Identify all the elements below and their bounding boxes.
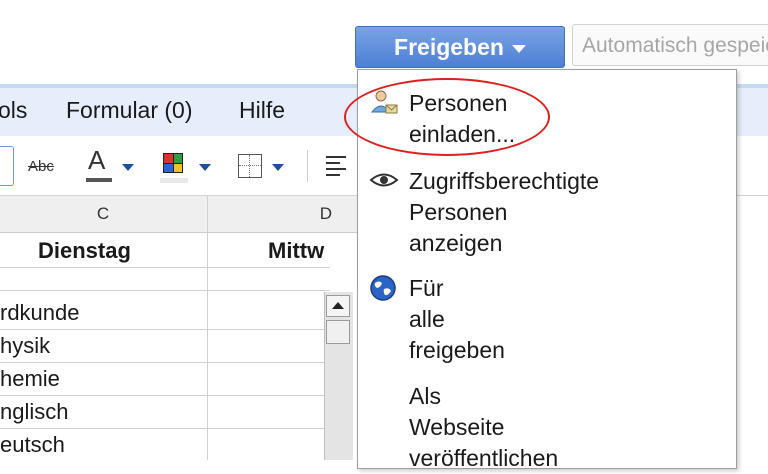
background-color-swatch (160, 178, 188, 183)
background-color-icon[interactable] (163, 153, 183, 173)
row-divider (0, 362, 330, 363)
share-button-label: Freigeben (394, 33, 504, 60)
highlight-annotation (344, 78, 550, 156)
menu-item-view-access[interactable]: Zugriffsberechtigte Personen anzeigen (409, 166, 599, 259)
menu-item-label: freigeben (409, 337, 505, 363)
column-header-d[interactable]: D (208, 196, 368, 232)
chevron-down-icon[interactable] (272, 164, 284, 171)
menu-tools[interactable]: ols (0, 97, 27, 124)
menu-item-label: Als (409, 383, 441, 409)
row-divider (0, 290, 330, 291)
font-color-swatch (86, 178, 112, 182)
chevron-down-icon[interactable] (199, 164, 211, 171)
table-row[interactable]: hemie (0, 366, 60, 392)
cell-mittwoch[interactable]: Mittw (268, 238, 324, 264)
row-divider (0, 329, 330, 330)
table-row[interactable]: rdkunde (0, 300, 80, 326)
menu-item-label: Für (409, 275, 444, 301)
menu-item-label: anzeigen (409, 230, 503, 256)
scroll-thumb[interactable] (326, 320, 350, 344)
borders-icon[interactable] (238, 154, 262, 178)
menu-item-label: veröffentlichen (409, 445, 559, 471)
chevron-down-icon[interactable] (122, 164, 134, 171)
vertical-scrollbar[interactable] (324, 292, 353, 460)
menu-item-label: Zugriffsberechtigte (409, 168, 600, 194)
scroll-up-button[interactable] (326, 295, 350, 317)
column-header-c[interactable]: C (0, 196, 206, 232)
align-left-icon[interactable] (326, 156, 346, 180)
column-divider (207, 196, 208, 460)
table-row[interactable]: hysik (0, 333, 50, 359)
menu-item-publish-web[interactable]: Als Webseite veröffentlichen (409, 381, 558, 474)
font-color-button[interactable]: A (88, 145, 105, 176)
menu-item-label: Webseite (409, 414, 505, 440)
menu-help[interactable]: Hilfe (239, 97, 285, 124)
eye-icon (369, 173, 399, 187)
autosave-status: Automatisch gespeichert (572, 24, 768, 66)
table-row[interactable]: nglisch (0, 399, 68, 425)
menu-item-label: alle (409, 306, 445, 332)
menu-formular[interactable]: Formular (0) (66, 97, 193, 124)
strikethrough-button[interactable]: Abc (28, 158, 54, 175)
row-divider (0, 267, 330, 268)
globe-icon (370, 275, 396, 301)
toolbar-separator (307, 150, 308, 182)
menu-item-label: Personen (409, 199, 508, 225)
menu-item-share-public[interactable]: Für alle freigeben (409, 273, 505, 366)
share-button[interactable]: Freigeben (355, 26, 565, 68)
chevron-down-icon (511, 44, 526, 53)
row-divider (0, 395, 330, 396)
row-divider (0, 428, 330, 429)
table-row[interactable]: eutsch (0, 432, 65, 458)
font-size-box[interactable] (0, 146, 14, 186)
cell-dienstag[interactable]: Dienstag (38, 238, 131, 264)
